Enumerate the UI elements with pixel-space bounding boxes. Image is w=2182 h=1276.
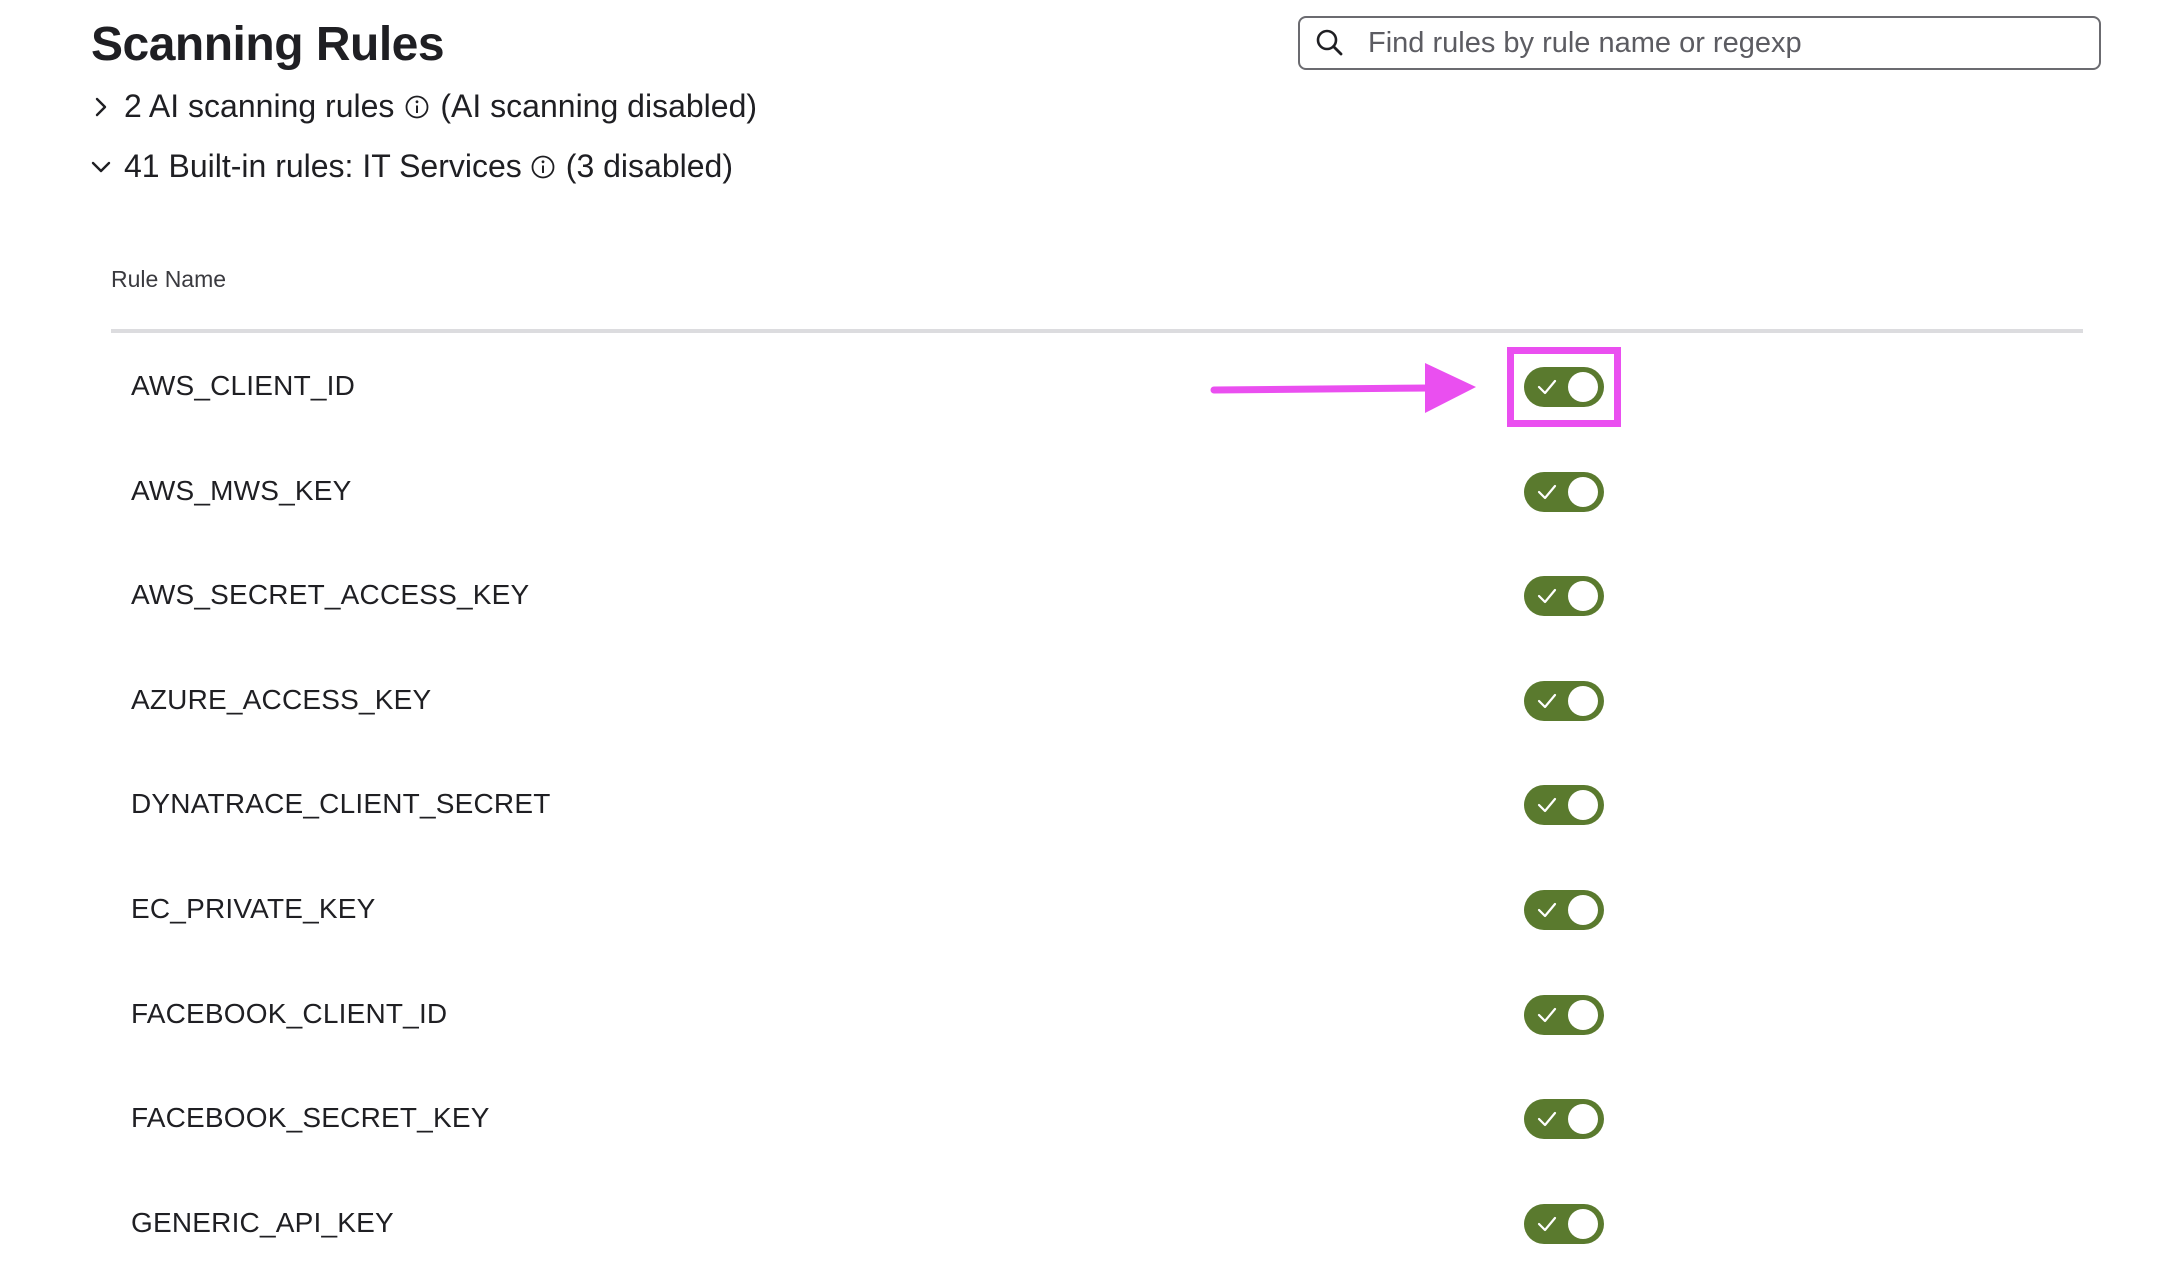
table-row: AWS_SECRET_ACCESS_KEY: [0, 542, 2182, 647]
section-ai-status: (AI scanning disabled): [440, 88, 758, 124]
table-row: AWS_MWS_KEY: [0, 438, 2182, 543]
toggle-knob: [1568, 581, 1598, 612]
check-icon: [1537, 1216, 1557, 1231]
toggle-knob: [1568, 1208, 1598, 1239]
rule-name: EC_PRIVATE_KEY: [131, 892, 376, 924]
table-row: GENERIC_API_KEY: [0, 1170, 2182, 1275]
page-title: Scanning Rules: [91, 18, 445, 71]
table-row: AZURE_ACCESS_KEY: [0, 647, 2182, 752]
info-icon[interactable]: [530, 154, 556, 180]
rule-name: FACEBOOK_CLIENT_ID: [131, 997, 448, 1029]
search-icon: [1316, 29, 1343, 56]
rule-name: DYNATRACE_CLIENT_SECRET: [131, 788, 551, 820]
table-row: EC_PRIVATE_KEY: [0, 856, 2182, 961]
search-input[interactable]: [1366, 25, 2070, 61]
table-row: AWS_CLIENT_ID: [0, 333, 2182, 438]
chevron-right-icon[interactable]: [88, 94, 114, 120]
rule-name: GENERIC_API_KEY: [131, 1206, 394, 1238]
rule-name: AZURE_ACCESS_KEY: [131, 683, 432, 715]
check-icon: [1537, 1112, 1557, 1127]
check-icon: [1537, 798, 1557, 813]
toggle-knob: [1568, 999, 1598, 1030]
check-icon: [1537, 1007, 1557, 1022]
rule-enabled-toggle[interactable]: [1524, 889, 1604, 930]
toggle-knob: [1568, 476, 1598, 507]
rule-enabled-toggle[interactable]: [1524, 1099, 1604, 1140]
table-row: FACEBOOK_CLIENT_ID: [0, 961, 2182, 1066]
rules-table: AWS_CLIENT_ID AWS_MWS_KEY AWS_SECRET_ACC…: [0, 333, 2182, 1274]
section-built-in-status: (3 disabled): [565, 148, 733, 184]
info-icon[interactable]: [404, 94, 430, 120]
rule-name: FACEBOOK_SECRET_KEY: [131, 1102, 490, 1134]
section-built-in-label: 41 Built-in rules: IT Services: [124, 148, 522, 184]
rule-enabled-toggle[interactable]: [1524, 680, 1604, 721]
rule-enabled-toggle[interactable]: [1524, 994, 1604, 1035]
rule-name: AWS_MWS_KEY: [131, 474, 352, 506]
chevron-down-icon[interactable]: [88, 154, 114, 180]
section-built-in-rules[interactable]: 41 Built-in rules: IT Services (3 disabl…: [88, 148, 733, 185]
check-icon: [1537, 589, 1557, 604]
check-icon: [1537, 484, 1557, 499]
rule-name: AWS_CLIENT_ID: [131, 370, 356, 401]
table-row: DYNATRACE_CLIENT_SECRET: [0, 751, 2182, 856]
annotation-arrow: [1210, 363, 1476, 413]
rule-name: AWS_SECRET_ACCESS_KEY: [131, 579, 530, 611]
toggle-knob: [1568, 685, 1598, 716]
search-box[interactable]: [1298, 16, 2101, 70]
toggle-knob: [1568, 790, 1598, 821]
toggle-knob: [1568, 894, 1598, 925]
section-ai-label: 2 AI scanning rules: [124, 88, 395, 124]
rule-enabled-toggle[interactable]: [1524, 785, 1604, 826]
column-header-rule-name[interactable]: Rule Name: [111, 266, 226, 293]
check-icon: [1537, 693, 1557, 708]
rule-enabled-toggle[interactable]: [1524, 471, 1604, 512]
rule-enabled-toggle[interactable]: [1524, 1203, 1604, 1244]
check-icon: [1537, 902, 1557, 918]
table-row: FACEBOOK_SECRET_KEY: [0, 1065, 2182, 1170]
rule-enabled-toggle[interactable]: [1524, 576, 1604, 617]
toggle-knob: [1568, 1104, 1598, 1135]
section-ai-scanning-rules[interactable]: 2 AI scanning rules (AI scanning disable…: [88, 88, 757, 125]
annotation-highlight-box: [1507, 347, 1621, 427]
